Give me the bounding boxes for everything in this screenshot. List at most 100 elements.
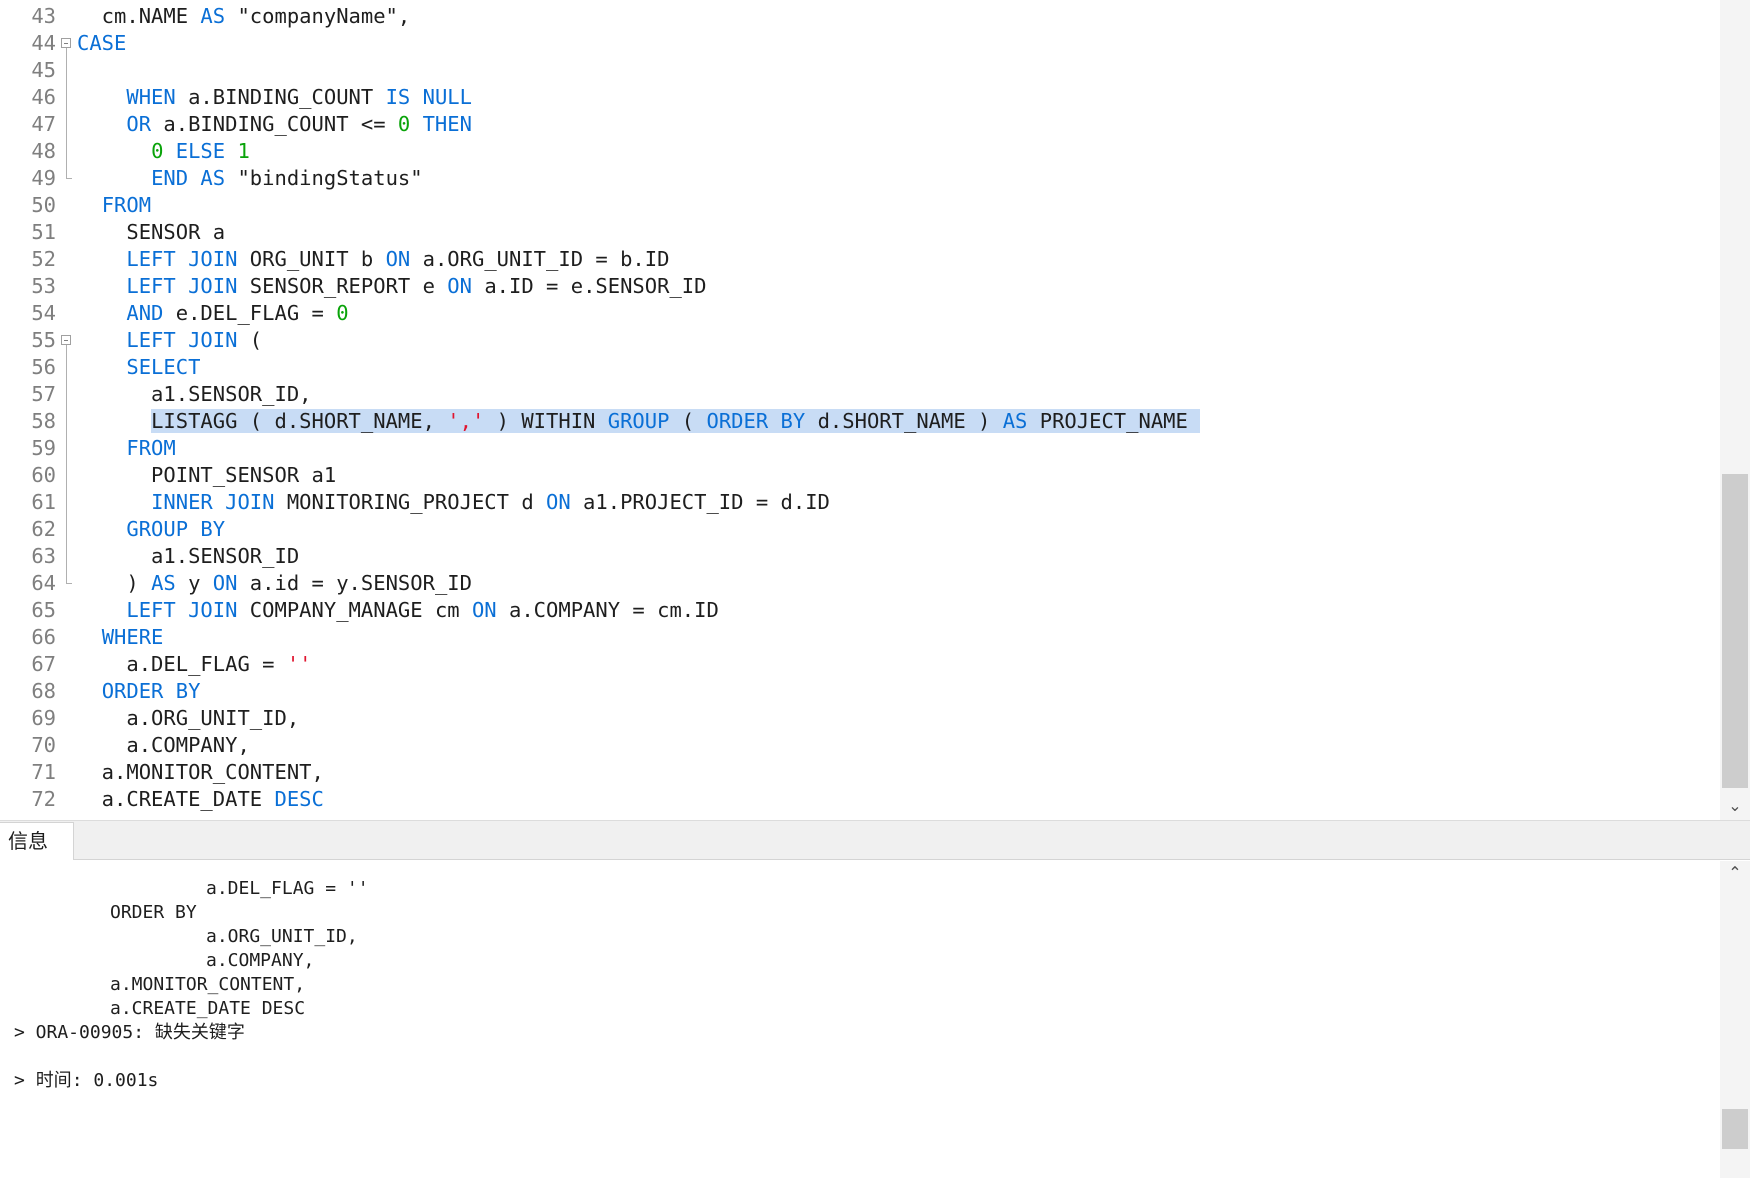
code-text: WHEN a.BINDING_COUNT IS NULL <box>77 84 472 111</box>
code-line[interactable]: 61 INNER JOIN MONITORING_PROJECT d ON a1… <box>0 489 1720 516</box>
sql-identifier: a.COMPANY, <box>77 733 250 757</box>
sql-identifier: "bindingStatus" <box>225 166 423 190</box>
message-output: a.DEL_FLAG = '' ORDER BY a.ORG_UNIT_ID, a.C… <box>0 861 1720 1178</box>
sql-identifier: a.ID = e.SENSOR_ID <box>471 274 707 298</box>
sql-string: '' <box>286 652 312 676</box>
code-text: LEFT JOIN ORG_UNIT b ON a.ORG_UNIT_ID = … <box>77 246 669 273</box>
output-line: a.CREATE_DATE DESC <box>110 998 306 1019</box>
sql-identifier <box>77 625 102 649</box>
line-number: 53 <box>31 274 56 298</box>
code-text: a1.SENSOR_ID, <box>77 381 311 408</box>
chevron-up-icon[interactable]: ⌃ <box>1720 861 1750 885</box>
tab-info[interactable]: 信息 <box>0 822 74 860</box>
code-line[interactable]: 68 ORDER BY <box>0 678 1720 705</box>
code-line[interactable]: 50 FROM <box>0 192 1720 219</box>
sql-identifier: SENSOR a <box>77 220 226 244</box>
fold-guide <box>60 354 74 381</box>
code-line[interactable]: 70 a.COMPANY, <box>0 732 1720 759</box>
sql-number: 0 <box>336 301 349 325</box>
sql-keyword: WHEN <box>126 85 176 109</box>
code-line[interactable]: 45 <box>0 57 1720 84</box>
fold-minus-icon[interactable] <box>60 30 74 57</box>
fold-minus-icon[interactable] <box>60 327 74 354</box>
code-line[interactable]: 47 OR a.BINDING_COUNT <= 0 THEN <box>0 111 1720 138</box>
sql-identifier <box>225 139 237 163</box>
code-text: SELECT <box>77 354 200 381</box>
code-line[interactable]: 62 GROUP BY <box>0 516 1720 543</box>
output-line: a.MONITOR_CONTENT, <box>110 974 306 995</box>
editor-scrollbar-thumb[interactable] <box>1722 474 1748 788</box>
sql-keyword: IS NULL <box>385 85 472 109</box>
code-line[interactable]: 57 a1.SENSOR_ID, <box>0 381 1720 408</box>
sql-identifier <box>77 274 126 298</box>
output-line: a.DEL_FLAG = '' <box>206 878 369 899</box>
fold-guide <box>60 543 74 570</box>
code-text: GROUP BY <box>77 516 225 543</box>
code-text: a.MONITOR_CONTENT, <box>77 759 324 786</box>
line-number: 47 <box>31 112 56 136</box>
sql-identifier: ) <box>77 571 152 595</box>
code-line[interactable]: 46 WHEN a.BINDING_COUNT IS NULL <box>0 84 1720 111</box>
chevron-down-icon[interactable]: ⌄ <box>1720 794 1750 818</box>
code-line[interactable]: 52 LEFT JOIN ORG_UNIT b ON a.ORG_UNIT_ID… <box>0 246 1720 273</box>
sql-keyword: OR <box>126 112 152 136</box>
code-line[interactable]: 44 CASE <box>0 30 1720 57</box>
sql-identifier: a.ORG_UNIT_ID = b.ID <box>410 247 670 271</box>
code-line[interactable]: 65 LEFT JOIN COMPANY_MANAGE cm ON a.COMP… <box>0 597 1720 624</box>
sql-editor[interactable]: 43 cm.NAME AS "companyName", 44 CASE 45 46 W… <box>0 0 1750 820</box>
sql-identifier <box>77 193 102 217</box>
code-line[interactable]: 54 AND e.DEL_FLAG = 0 <box>0 300 1720 327</box>
line-number: 61 <box>31 490 56 514</box>
code-line[interactable]: 53 LEFT JOIN SENSOR_REPORT e ON a.ID = e… <box>0 273 1720 300</box>
line-number: 67 <box>31 652 56 676</box>
code-line[interactable]: 55 LEFT JOIN ( <box>0 327 1720 354</box>
output-scrollbar[interactable]: ⌃ <box>1720 861 1750 1178</box>
sql-keyword: LEFT JOIN <box>126 598 238 622</box>
line-number: 68 <box>31 679 56 703</box>
sql-identifier <box>77 517 126 541</box>
sql-keyword: ON <box>471 598 497 622</box>
line-number: 72 <box>31 787 56 811</box>
code-line[interactable]: 56 SELECT <box>0 354 1720 381</box>
code-line[interactable]: 59 FROM <box>0 435 1720 462</box>
code-line[interactable]: 63 a1.SENSOR_ID <box>0 543 1720 570</box>
sql-identifier: a1.SENSOR_ID <box>77 544 300 568</box>
sql-identifier <box>77 139 151 163</box>
sql-keyword: AS <box>1002 409 1028 433</box>
editor-scrollbar[interactable]: ⌄ <box>1720 0 1750 820</box>
code-line[interactable]: 72 a.CREATE_DATE DESC <box>0 786 1720 813</box>
code-text: LEFT JOIN COMPANY_MANAGE cm ON a.COMPANY… <box>77 597 718 624</box>
code-line[interactable]: 67 a.DEL_FLAG = '' <box>0 651 1720 678</box>
code-line[interactable]: 48 0 ELSE 1 <box>0 138 1720 165</box>
sql-keyword: ORDER BY <box>706 409 806 433</box>
code-line[interactable]: 66 WHERE <box>0 624 1720 651</box>
fold-guide <box>60 408 74 435</box>
code-line[interactable]: 60 POINT_SENSOR a1 <box>0 462 1720 489</box>
code-line[interactable]: 43 cm.NAME AS "companyName", <box>0 3 1720 30</box>
code-text: a.ORG_UNIT_ID, <box>77 705 299 732</box>
code-line[interactable]: 69 a.ORG_UNIT_ID, <box>0 705 1720 732</box>
line-number: 52 <box>31 247 56 271</box>
code-line[interactable]: 71 a.MONITOR_CONTENT, <box>0 759 1720 786</box>
sql-identifier <box>410 112 422 136</box>
output-line: a.ORG_UNIT_ID, <box>206 926 358 947</box>
code-line[interactable]: 64 ) AS y ON a.id = y.SENSOR_ID <box>0 570 1720 597</box>
code-line[interactable]: 49 END AS "bindingStatus" <box>0 165 1720 192</box>
code-text: LEFT JOIN SENSOR_REPORT e ON a.ID = e.SE… <box>77 273 706 300</box>
sql-keyword: ORDER BY <box>101 679 201 703</box>
output-scrollbar-thumb[interactable] <box>1722 1109 1748 1149</box>
sql-identifier: a1.PROJECT_ID = d.ID <box>570 490 830 514</box>
line-number: 46 <box>31 85 56 109</box>
code-text: FROM <box>77 192 151 219</box>
sql-identifier: MONITORING_PROJECT d <box>274 490 547 514</box>
code-line[interactable]: 51 SENSOR a <box>0 219 1720 246</box>
code-line[interactable]: 58 LISTAGG ( d.SHORT_NAME, ',' ) WITHIN … <box>0 408 1720 435</box>
line-number: 48 <box>31 139 56 163</box>
sql-identifier: e.DEL_FLAG = <box>163 301 337 325</box>
sql-keyword: LEFT JOIN <box>126 274 238 298</box>
sql-identifier: PROJECT_NAME <box>1027 409 1201 433</box>
line-number: 57 <box>31 382 56 406</box>
sql-identifier <box>77 166 151 190</box>
sql-identifier: COMPANY_MANAGE cm <box>237 598 472 622</box>
code-text: a.DEL_FLAG = '' <box>77 651 312 678</box>
